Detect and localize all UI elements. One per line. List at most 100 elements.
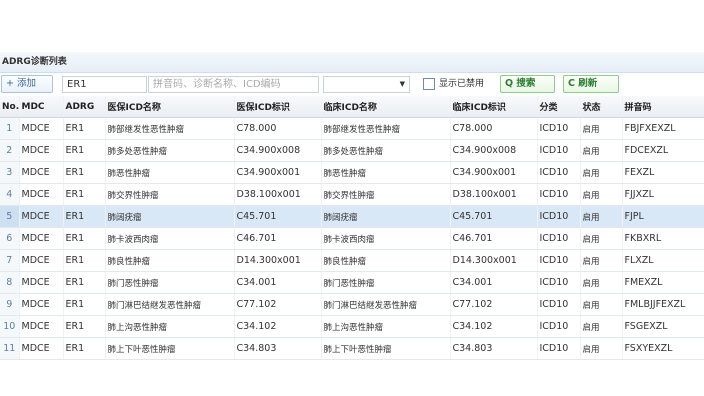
table-row[interactable]: 5 MDCE ER1 肺阔疣瘤 C45.701 肺阔疣瘤 C45.701 ICD10 启用 FJP… [0,205,704,228]
cell-yb-icd-name: 肺卡波西肉瘤 [105,227,235,250]
cell-yb-icd-name: 肺部继发性恶性肿瘤 [105,117,235,140]
row-number: 3 [0,161,20,184]
cell-pinyin: FJPL [622,205,704,228]
toolbar: + 添加 ER1 拼音码、诊断名称、ICD编码 ▼ 显示已禁用 Q 搜索 C 刷… [0,73,704,96]
cell-class: ICD10 [537,271,581,294]
cell-lc-icd-code: C34.900x008 [450,139,538,162]
col-yb-icd-name[interactable]: 医保ICD名称 [105,96,235,118]
cell-mdc: MDCE [19,139,64,162]
cell-lc-icd-code: D14.300x001 [450,249,538,272]
cell-yb-icd-name: 肺恶性肿瘤 [105,161,235,184]
col-lc-icd-code[interactable]: 临床ICD标识 [450,96,538,118]
col-mdc[interactable]: MDC [19,96,64,118]
cell-mdc: MDCE [19,205,64,228]
cell-yb-icd-code: C77.102 [234,293,322,316]
adrg-code-input[interactable]: ER1 [62,76,147,93]
cell-yb-icd-name: 肺门恶性肿瘤 [105,271,235,294]
cell-pinyin: FSXYEXZL [622,337,704,360]
table-row[interactable]: 7 MDCE ER1 肺良性肿瘤 D14.300x001 肺良性肿瘤 D14.300x001… [0,249,704,272]
cell-pinyin: FJJXZL [622,183,704,206]
cell-yb-icd-name: 肺上下叶恶性肿瘤 [105,337,235,360]
cell-adrg: ER1 [63,161,106,184]
cell-lc-icd-code: C34.803 [450,337,538,360]
category-select[interactable]: ▼ [323,76,410,93]
cell-class: ICD10 [537,161,581,184]
cell-yb-icd-name: 肺上沟恶性肿瘤 [105,315,235,338]
cell-adrg: ER1 [63,139,106,162]
table-row[interactable]: 8 MDCE ER1 肺门恶性肿瘤 C34.001 肺门恶性肿瘤 C34.001 ICD10 启… [0,271,704,294]
cell-lc-icd-code: C34.900x001 [450,161,538,184]
cell-class: ICD10 [537,183,581,206]
cell-yb-icd-code: C34.001 [234,271,322,294]
cell-status: 启用 [580,183,623,206]
cell-yb-icd-name: 肺良性肿瘤 [105,249,235,272]
cell-status: 启用 [580,249,623,272]
table-row[interactable]: 10 MDCE ER1 肺上沟恶性肿瘤 C34.102 肺上沟恶性肿瘤 C34.102 ICD… [0,315,704,338]
search-input[interactable]: 拼音码、诊断名称、ICD编码 [148,76,319,93]
cell-yb-icd-code: C34.900x001 [234,161,322,184]
cell-lc-icd-name: 肺卡波西肉瘤 [321,227,451,250]
col-yb-icd-code[interactable]: 医保ICD标识 [234,96,322,118]
cell-mdc: MDCE [19,271,64,294]
cell-pinyin: FDCEXZL [622,139,704,162]
cell-status: 启用 [580,139,623,162]
cell-adrg: ER1 [63,249,106,272]
cell-lc-icd-name: 肺良性肿瘤 [321,249,451,272]
cell-lc-icd-name: 肺交界性肿瘤 [321,183,451,206]
cell-status: 启用 [580,293,623,316]
cell-lc-icd-code: C46.701 [450,227,538,250]
cell-pinyin: FLXZL [622,249,704,272]
cell-lc-icd-code: C77.102 [450,293,538,316]
cell-yb-icd-name: 肺门淋巴结继发恶性肿瘤 [105,293,235,316]
cell-lc-icd-name: 肺上沟恶性肿瘤 [321,315,451,338]
col-adrg[interactable]: ADRG [63,96,106,118]
table-row[interactable]: 1 MDCE ER1 肺部继发性恶性肿瘤 C78.000 肺部继发性恶性肿瘤 C78.000… [0,117,704,140]
col-lc-icd-name[interactable]: 临床ICD名称 [321,96,451,118]
cell-yb-icd-code: C34.102 [234,315,322,338]
cell-mdc: MDCE [19,293,64,316]
row-number: 1 [0,117,20,140]
cell-pinyin: FMEXZL [622,271,704,294]
table-row[interactable]: 9 MDCE ER1 肺门淋巴结继发恶性肿瘤 C77.102 肺门淋巴结继发恶性肿瘤 C77… [0,293,704,316]
col-no[interactable]: No. [0,96,20,118]
col-class[interactable]: 分类 [537,96,581,118]
show-disabled-label: 显示已禁用 [439,79,485,89]
cell-status: 启用 [580,117,623,140]
table-row[interactable]: 3 MDCE ER1 肺恶性肿瘤 C34.900x001 肺恶性肿瘤 C34.900x001… [0,161,704,184]
col-status[interactable]: 状态 [580,96,623,118]
col-pinyin[interactable]: 拼音码 [622,96,704,118]
cell-pinyin: FMLBJJFEXZL [622,293,704,316]
cell-yb-icd-name: 肺阔疣瘤 [105,205,235,228]
adrg-diagnosis-panel: ADRG诊断列表 + 添加 ER1 拼音码、诊断名称、ICD编码 ▼ 显示已禁用… [0,52,704,396]
refresh-button[interactable]: C 刷新 [563,75,619,93]
cell-mdc: MDCE [19,249,64,272]
row-number: 9 [0,293,20,316]
cell-status: 启用 [580,161,623,184]
add-button[interactable]: + 添加 [1,75,53,93]
cell-pinyin: FEXZL [622,161,704,184]
table-header: No. MDC ADRG 医保ICD名称 医保ICD标识 临床ICD名称 临床I… [0,96,704,118]
cell-yb-icd-code: C46.701 [234,227,322,250]
cell-yb-icd-name: 肺多处恶性肿瘤 [105,139,235,162]
cell-lc-icd-name: 肺部继发性恶性肿瘤 [321,117,451,140]
cell-class: ICD10 [537,227,581,250]
cell-class: ICD10 [537,205,581,228]
row-number: 2 [0,139,20,162]
table-row[interactable]: 11 MDCE ER1 肺上下叶恶性肿瘤 C34.803 肺上下叶恶性肿瘤 C34.803 I… [0,337,704,360]
cell-status: 启用 [580,271,623,294]
cell-adrg: ER1 [63,271,106,294]
cell-adrg: ER1 [63,227,106,250]
cell-lc-icd-name: 肺门恶性肿瘤 [321,271,451,294]
table-row[interactable]: 6 MDCE ER1 肺卡波西肉瘤 C46.701 肺卡波西肉瘤 C46.701 ICD10 启… [0,227,704,250]
show-disabled-checkbox[interactable] [423,78,435,90]
table-row[interactable]: 2 MDCE ER1 肺多处恶性肿瘤 C34.900x008 肺多处恶性肿瘤 C34.900… [0,139,704,162]
cell-lc-icd-code: C34.001 [450,271,538,294]
cell-adrg: ER1 [63,337,106,360]
cell-yb-icd-code: C34.803 [234,337,322,360]
cell-mdc: MDCE [19,315,64,338]
search-button[interactable]: Q 搜索 [500,75,555,93]
table-row[interactable]: 4 MDCE ER1 肺交界性肿瘤 D38.100x001 肺交界性肿瘤 D38.100x0… [0,183,704,206]
cell-mdc: MDCE [19,117,64,140]
cell-adrg: ER1 [63,315,106,338]
cell-yb-icd-name: 肺交界性肿瘤 [105,183,235,206]
